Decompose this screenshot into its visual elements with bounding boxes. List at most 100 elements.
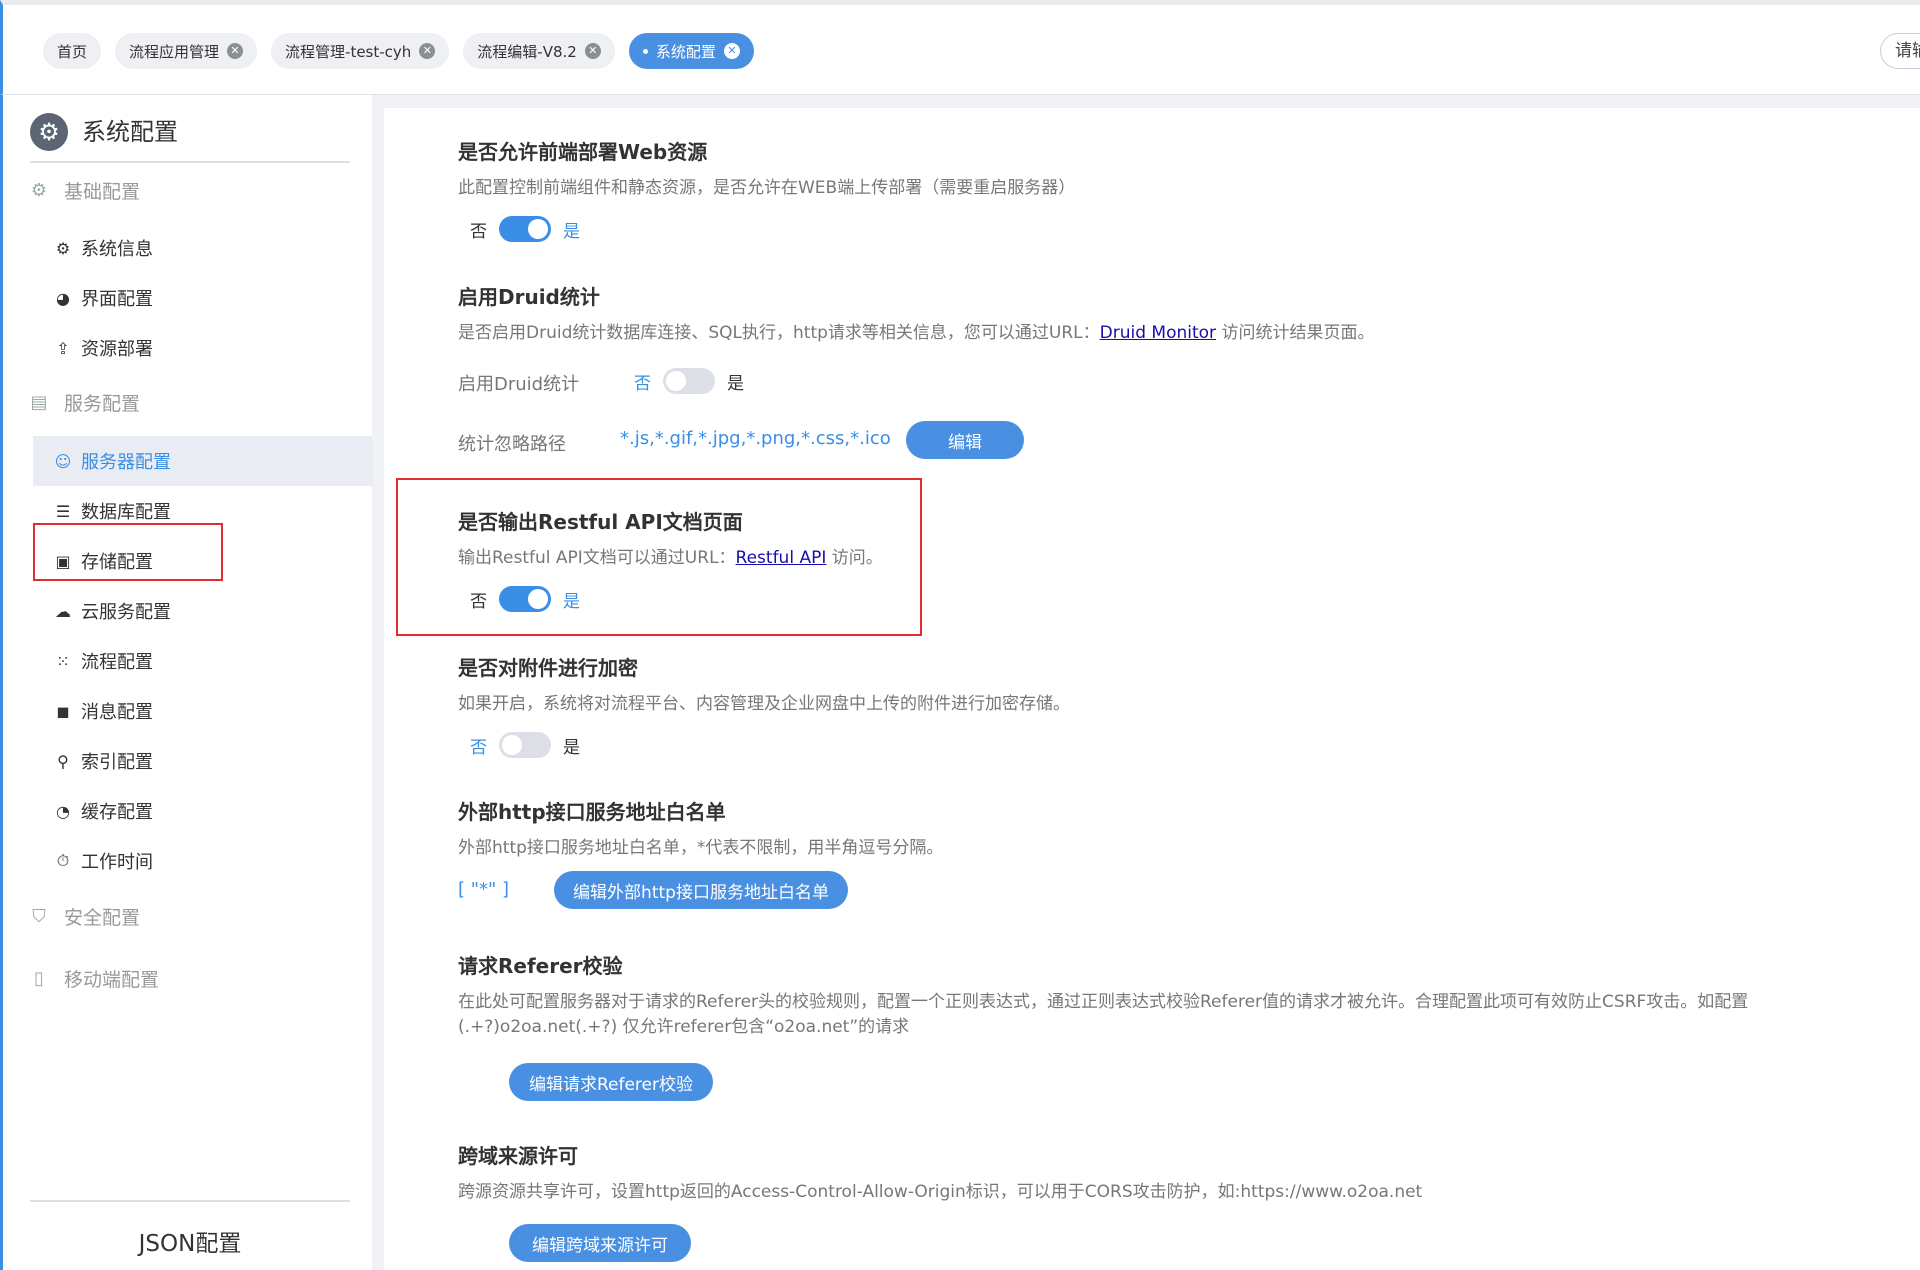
section-title: 是否对附件进行加密 <box>458 656 638 680</box>
druid-monitor-link[interactable]: Druid Monitor <box>1100 323 1216 343</box>
section-title: 请求Referer校验 <box>458 954 623 978</box>
item-label: 流程配置 <box>81 652 153 673</box>
item-label: 云服务配置 <box>81 602 171 623</box>
edit-cors-button[interactable]: 编辑跨域来源许可 <box>509 1224 691 1262</box>
palette-icon: ◕ <box>56 288 70 308</box>
item-label: 界面配置 <box>81 289 153 310</box>
tab-label: 首页 <box>57 42 88 61</box>
sidebar-group-security[interactable]: ⛉ 安全配置 <box>30 903 140 930</box>
shield-icon: ⛉ <box>32 906 46 927</box>
switch-on-label: 是 <box>727 373 744 394</box>
database-icon: ☰ <box>55 501 71 521</box>
sidebar-header: ⚙ 系统配置 <box>30 113 350 163</box>
section-title: 跨域来源许可 <box>458 1144 578 1168</box>
switch-off-label: 否 <box>470 737 487 758</box>
switch-on-label: 是 <box>563 737 580 758</box>
close-icon[interactable]: ✕ <box>723 43 740 59</box>
tab-process-management[interactable]: 流程管理-test-cyh ✕ <box>271 33 450 69</box>
sidebar-item-ui-config[interactable]: ◕ 界面配置 <box>33 273 373 323</box>
tab-system-config[interactable]: 系统配置 ✕ <box>628 33 754 69</box>
switch-off-label: 否 <box>634 373 651 394</box>
search-input[interactable]: 请输 <box>1880 33 1920 69</box>
mobile-icon: ▯ <box>34 968 44 989</box>
section-title: 是否输出Restful API文档页面 <box>458 510 743 534</box>
item-label: 系统信息 <box>81 239 153 260</box>
gear-icon: ⚙ <box>55 238 71 258</box>
switch-on-label: 是 <box>563 221 580 242</box>
item-label: 工作时间 <box>81 852 153 873</box>
gear-icon: ⚙ <box>30 113 68 151</box>
item-label: 数据库配置 <box>81 502 171 523</box>
tab-label: 流程编辑-V8.2 <box>477 42 577 61</box>
tab-process-app-management[interactable]: 流程应用管理 ✕ <box>115 33 258 69</box>
section-desc: 此配置控制前端组件和静态资源，是否允许在WEB端上传部署（需要重启服务器） <box>458 178 1076 198</box>
encrypt-toggle[interactable] <box>499 732 551 758</box>
section-title: 外部http接口服务地址白名单 <box>458 800 726 824</box>
whitelist-value: [ "*" ] <box>458 879 510 900</box>
desc-text: 是否启用Druid统计数据库连接、SQL执行，http请求等相关信息，您可以通过… <box>458 323 1100 343</box>
upload-icon: ⇪ <box>56 338 70 358</box>
search-icon: ⚲ <box>57 751 69 771</box>
sidebar-group-basic[interactable]: ⚙ 基础配置 <box>30 177 140 204</box>
section-desc: 在此处可配置服务器对于请求的Referer头的校验规则，配置一个正则表达式，通过… <box>458 990 1878 1040</box>
sidebar-item-server-config[interactable]: ☺ 服务器配置 <box>33 436 373 486</box>
archive-icon: ▣ <box>55 551 71 571</box>
tab-label: 流程管理-test-cyh <box>285 42 412 61</box>
sidebar-item-resource-deploy[interactable]: ⇪ 资源部署 <box>33 323 373 373</box>
tab-label: 流程应用管理 <box>129 42 220 61</box>
sidebar-item-database-config[interactable]: ☰ 数据库配置 <box>33 486 373 536</box>
desc-text: 访问。 <box>826 548 883 568</box>
desc-line: 在此处可配置服务器对于请求的Referer头的校验规则，配置一个正则表达式，通过… <box>458 992 1749 1012</box>
druid-edit-button[interactable]: 编辑 <box>906 421 1024 459</box>
edit-referer-button[interactable]: 编辑请求Referer校验 <box>509 1063 713 1101</box>
item-label: 索引配置 <box>81 752 153 773</box>
message-icon: ◼ <box>56 701 70 721</box>
sidebar-item-process-config[interactable]: ⁙ 流程配置 <box>33 636 373 686</box>
edit-whitelist-button[interactable]: 编辑外部http接口服务地址白名单 <box>554 871 848 909</box>
sidebar-item-index-config[interactable]: ⚲ 索引配置 <box>33 736 373 786</box>
tab-home[interactable]: 首页 <box>43 33 102 69</box>
item-label: 资源部署 <box>81 339 153 360</box>
restful-switch-row: 否 是 <box>470 586 580 612</box>
close-icon[interactable]: ✕ <box>584 43 601 59</box>
desc-line: (.+?)o2oa.net(.+?) 仅允许referer包含“o2oa.net… <box>458 1017 910 1037</box>
section-title: 启用Druid统计 <box>458 285 600 309</box>
section-desc: 输出Restful API文档可以通过URL：Restful API 访问。 <box>458 546 883 571</box>
flow-icon: ⁙ <box>56 651 70 671</box>
desc-text: 访问统计结果页面。 <box>1216 323 1375 343</box>
main-content: 是否允许前端部署Web资源 此配置控制前端组件和静态资源，是否允许在WEB端上传… <box>384 108 1920 1270</box>
gear-icon: ⚙ <box>30 180 48 201</box>
sidebar: ⚙ 系统配置 ⚙ 基础配置 ⚙ 系统信息 ◕ 界面配置 ⇪ 资源部署 ▤ 服务配… <box>0 95 373 1270</box>
close-icon[interactable]: ✕ <box>227 43 244 59</box>
server-icon: ▤ <box>30 392 48 413</box>
item-label: 消息配置 <box>81 702 153 723</box>
druid-ignore-value: *.js,*.gif,*.jpg,*.png,*.css,*.ico <box>620 428 891 449</box>
json-config-button[interactable]: JSON配置 <box>30 1200 350 1258</box>
group-label: 服务配置 <box>64 393 141 415</box>
sidebar-item-storage-config[interactable]: ▣ 存储配置 <box>33 536 373 586</box>
section-desc: 如果开启，系统将对流程平台、内容管理及企业网盘中上传的附件进行加密存储。 <box>458 694 1070 714</box>
section-desc: 是否启用Druid统计数据库连接、SQL执行，http请求等相关信息，您可以通过… <box>458 321 1374 346</box>
sidebar-group-mobile[interactable]: ▯ 移动端配置 <box>30 965 159 992</box>
tab-list: 首页 流程应用管理 ✕ 流程管理-test-cyh ✕ 流程编辑-V8.2 ✕ … <box>43 33 754 69</box>
section-desc: 外部http接口服务地址白名单，*代表不限制，用半角逗号分隔。 <box>458 838 944 858</box>
close-icon[interactable]: ✕ <box>419 43 436 59</box>
encrypt-switch-row: 否 是 <box>470 732 580 758</box>
item-label: 缓存配置 <box>81 802 153 823</box>
restful-toggle[interactable] <box>499 586 551 612</box>
group-label: 安全配置 <box>64 907 141 929</box>
item-label: 存储配置 <box>81 552 153 573</box>
switch-on-label: 是 <box>563 591 580 612</box>
web-resource-toggle[interactable] <box>499 216 551 242</box>
sidebar-group-service[interactable]: ▤ 服务配置 <box>30 389 140 416</box>
pie-icon: ◔ <box>56 801 70 821</box>
druid-toggle[interactable] <box>663 368 715 394</box>
sidebar-item-message-config[interactable]: ◼ 消息配置 <box>33 686 373 736</box>
sidebar-item-cloud-config[interactable]: ☁ 云服务配置 <box>33 586 373 636</box>
tab-process-edit[interactable]: 流程编辑-V8.2 ✕ <box>463 33 615 69</box>
sidebar-item-cache-config[interactable]: ◔ 缓存配置 <box>33 786 373 836</box>
sidebar-item-system-info[interactable]: ⚙ 系统信息 <box>33 223 373 273</box>
restful-api-link[interactable]: Restful API <box>736 548 827 568</box>
stopwatch-icon: ⏱ <box>56 851 70 870</box>
sidebar-item-work-time[interactable]: ⏱ 工作时间 <box>33 836 373 886</box>
